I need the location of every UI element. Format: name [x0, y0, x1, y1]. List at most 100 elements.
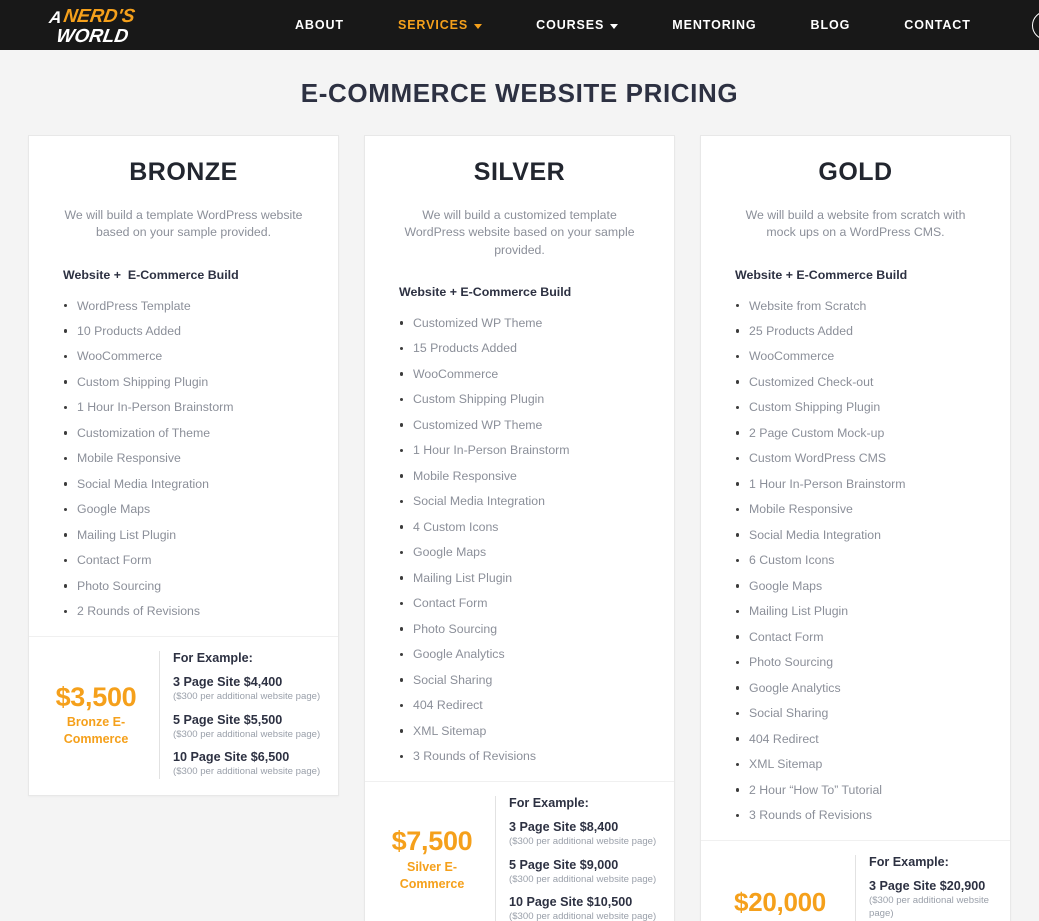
example-row: 10 Page Site $6,500 ($300 per additional … — [173, 750, 324, 779]
feature-item: Customization of Theme — [64, 420, 319, 445]
chevron-down-icon — [610, 23, 619, 29]
feature-item: Mobile Responsive — [736, 497, 991, 522]
feature-item: Contact Form — [64, 548, 319, 573]
page-title: E-COMMERCE WEBSITE PRICING — [300, 78, 739, 108]
plan-price-label: Bronze E-Commerce — [63, 714, 129, 746]
feature-item: 10 Products Added — [64, 318, 319, 343]
feature-item: Mobile Responsive — [400, 463, 655, 488]
plan-feature-list: WordPress Template 10 Products Added WooCo… — [48, 293, 319, 624]
pricing-cards: BRONZE We will build a template WordPres… — [0, 135, 1039, 921]
feature-item: WordPress Template — [64, 293, 319, 318]
pricing-card-gold: GOLD We will build a website from scratc… — [700, 135, 1011, 921]
svg-text:A: A — [47, 8, 63, 27]
pricing-card-silver: SILVER We will build a customized templa… — [364, 135, 675, 921]
plan-examples: For Example: 3 Page Site $8,400 ($300 per… — [495, 796, 660, 921]
main-navigation: ABOUT SERVICES COURSES MENTORING BLOG CO… — [268, 18, 998, 32]
feature-item: 25 Products Added — [736, 318, 991, 343]
feature-item: Mailing List Plugin — [736, 599, 991, 624]
plan-price-label: Silver E-Commerce — [399, 859, 465, 891]
feature-item: Google Analytics — [400, 642, 655, 667]
nav-item-courses[interactable]: COURSES — [509, 18, 645, 32]
feature-item: Custom WordPress CMS — [736, 446, 991, 471]
feature-item: Customized WP Theme — [400, 310, 655, 335]
example-rows: 3 Page Site $8,400 ($300 per additional w… — [509, 820, 660, 921]
example-main-text: 10 Page Site $10,500 — [509, 895, 633, 910]
site-logo[interactable]: A NERD'S WORLD — [38, 2, 158, 48]
feature-item: 3 Rounds of Revisions — [736, 803, 991, 828]
example-sub-text: ($300 per additional website page) — [869, 895, 990, 919]
example-row: 10 Page Site $10,500 ($300 per additional… — [509, 895, 660, 921]
feature-item: XML Sitemap — [400, 718, 655, 743]
feature-item: Customized WP Theme — [400, 412, 655, 437]
nav-item-about[interactable]: ABOUT — [268, 18, 371, 32]
example-main-text: 3 Page Site $8,400 — [509, 820, 619, 835]
plan-title: SILVER — [473, 158, 566, 186]
feature-item: XML Sitemap — [736, 752, 991, 777]
chevron-down-icon — [474, 23, 483, 29]
nav-label: BLOG — [810, 18, 851, 32]
feature-item: Photo Sourcing — [64, 573, 319, 598]
feature-item: Photo Sourcing — [400, 616, 655, 641]
svg-text:NERD'S: NERD'S — [62, 6, 137, 27]
feature-item: Social Sharing — [736, 701, 991, 726]
plan-price-box: $20,000 Gold E-Commerce For Example: 3 P… — [701, 840, 1010, 921]
plan-price-summary: $3,500 Bronze E-Commerce — [43, 681, 159, 748]
for-example-label: For Example: — [869, 855, 949, 870]
social-links — [1031, 10, 1039, 40]
pricing-card-bronze: BRONZE We will build a template WordPres… — [28, 135, 339, 796]
example-sub-text: ($300 per additional website page) — [173, 766, 321, 778]
plan-price-amount: $3,500 — [55, 681, 137, 712]
feature-item: Mobile Responsive — [64, 446, 319, 471]
plan-description: We will build a website from scratch wit… — [745, 208, 966, 240]
example-sub-text: ($300 per additional website page) — [509, 836, 657, 848]
feature-item: 4 Custom Icons — [400, 514, 655, 539]
feature-item: 2 Rounds of Revisions — [64, 599, 319, 624]
plan-feature-list: Customized WP Theme 15 Products Added WooC… — [384, 310, 655, 769]
feature-item: Social Media Integration — [64, 471, 319, 496]
feature-item: 2 Hour “How To” Tutorial — [736, 777, 991, 802]
example-row: 3 Page Site $20,900 ($300 per additional … — [869, 879, 996, 920]
plan-feature-list: Website from Scratch 25 Products Added Woo… — [720, 293, 991, 828]
feature-item: Mailing List Plugin — [64, 522, 319, 547]
nav-label: CONTACT — [904, 18, 971, 32]
feature-item: Google Maps — [64, 497, 319, 522]
feature-item: WooCommerce — [736, 344, 991, 369]
svg-text:WORLD: WORLD — [55, 26, 130, 47]
feature-item: 404 Redirect — [400, 693, 655, 718]
feature-item: Google Maps — [400, 540, 655, 565]
plan-title: GOLD — [818, 158, 893, 186]
feature-item: Custom Shipping Plugin — [64, 369, 319, 394]
feature-item: Customized Check-out — [736, 369, 991, 394]
example-rows: 3 Page Site $4,400 ($300 per additional w… — [173, 675, 324, 779]
plan-section-heading: Website + E-Commerce Build — [735, 267, 908, 282]
example-row: 3 Page Site $8,400 ($300 per additional w… — [509, 820, 660, 849]
nav-item-mentoring[interactable]: MENTORING — [645, 18, 783, 32]
for-example-label: For Example: — [173, 651, 253, 666]
example-main-text: 5 Page Site $9,000 — [509, 857, 619, 872]
feature-item: Social Media Integration — [400, 489, 655, 514]
feature-item: 2 Page Custom Mock-up — [736, 420, 991, 445]
nav-label: MENTORING — [672, 18, 757, 32]
feature-item: WooCommerce — [64, 344, 319, 369]
nav-item-services[interactable]: SERVICES — [371, 18, 509, 32]
example-rows: 3 Page Site $20,900 ($300 per additional … — [869, 879, 996, 921]
feature-item: Photo Sourcing — [736, 650, 991, 675]
nav-item-blog[interactable]: BLOG — [784, 18, 878, 32]
example-main-text: 3 Page Site $4,400 — [173, 675, 283, 690]
feature-item: Custom Shipping Plugin — [736, 395, 991, 420]
plan-price-amount: $20,000 — [734, 887, 826, 918]
nav-item-contact[interactable]: CONTACT — [877, 18, 997, 32]
plan-section-heading: Website + E-Commerce Build — [399, 285, 572, 300]
twitter-link[interactable] — [1031, 10, 1039, 40]
example-sub-text: ($300 per additional website page) — [173, 691, 321, 703]
feature-item: Social Sharing — [400, 667, 655, 692]
example-sub-text: ($300 per additional website page) — [509, 911, 657, 921]
feature-item: Custom Shipping Plugin — [400, 387, 655, 412]
plan-price-box: $3,500 Bronze E-Commerce For Example: 3 … — [29, 636, 338, 795]
site-header: A NERD'S WORLD ABOUT SERVICES COURSES ME… — [0, 0, 1039, 50]
feature-item: Website from Scratch — [736, 293, 991, 318]
plan-price-summary: $7,500 Silver E-Commerce — [379, 827, 495, 892]
plan-price-box: $7,500 Silver E-Commerce For Example: 3 … — [365, 781, 674, 921]
feature-item: Contact Form — [736, 624, 991, 649]
nav-label: COURSES — [536, 18, 605, 32]
